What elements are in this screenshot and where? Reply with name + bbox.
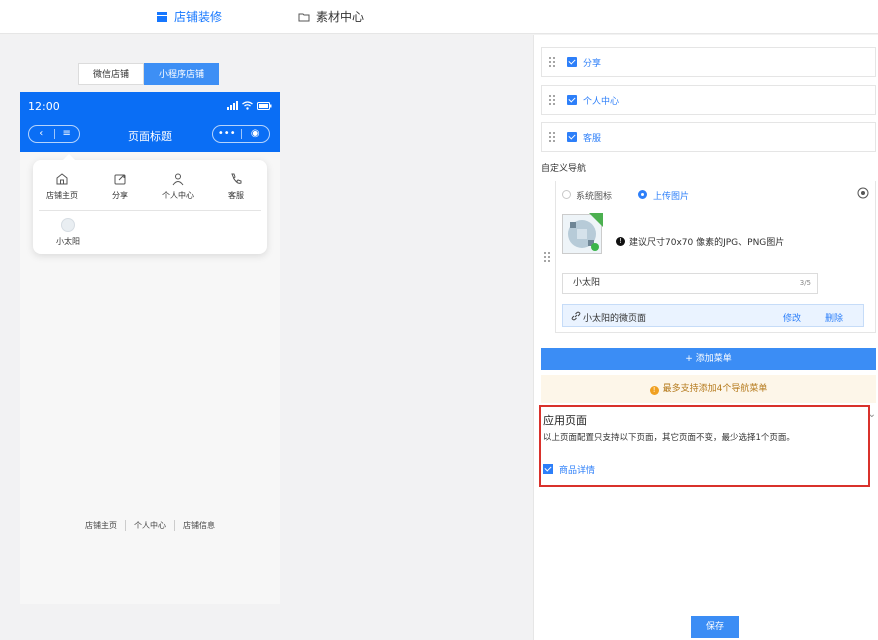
signal-icon: [227, 101, 238, 110]
warning-icon: !: [649, 386, 659, 395]
info-icon: !: [616, 237, 625, 246]
wifi-icon: [242, 101, 253, 110]
edit-link-button[interactable]: 修改: [783, 311, 801, 324]
nav-media-center[interactable]: 素材中心: [298, 8, 364, 25]
product-detail-checkbox[interactable]: [543, 464, 553, 474]
popup-item-label: 分享: [112, 191, 128, 200]
menu-row-personal-center: 个人中心: [541, 85, 876, 115]
drag-handle-icon[interactable]: [543, 251, 551, 263]
popup-item-label: 客服: [228, 191, 244, 200]
close-circle-icon[interactable]: ◉: [242, 126, 270, 142]
phone-header: 12:00 ‹ ≡ 页面标题 ••• ◉: [20, 92, 280, 152]
store-type-switch: 微信店铺 小程序店铺: [78, 63, 220, 85]
menu-name-input[interactable]: 小太阳 3/5: [562, 273, 818, 294]
chevron-down-icon[interactable]: ⌄: [868, 409, 876, 420]
popup-divider: [39, 210, 261, 211]
home-icon: [56, 173, 68, 185]
menu-checkbox[interactable]: [567, 95, 577, 105]
drag-handle-icon[interactable]: [548, 56, 556, 68]
share-icon: [114, 174, 126, 185]
menu-row-label: 分享: [583, 59, 602, 69]
popup-item-customer-service[interactable]: 客服: [207, 172, 265, 201]
popup-item-label: 店铺主页: [46, 191, 78, 200]
nav-menu-popup: 店铺主页 分享 个人中心 客服 小太阳: [33, 154, 267, 254]
drag-handle-icon[interactable]: [548, 131, 556, 143]
popup-item-personal-center[interactable]: 个人中心: [149, 172, 207, 201]
footer-link-store-home[interactable]: 店铺主页: [77, 520, 126, 531]
char-count: 3/5: [799, 279, 811, 287]
popup-items-row: 店铺主页 分享 个人中心 客服: [33, 172, 267, 201]
tab-miniprogram-store[interactable]: 小程序店铺: [144, 63, 220, 85]
menu-checkbox[interactable]: [567, 57, 577, 67]
radio-upload-image[interactable]: [638, 190, 647, 199]
close-icon[interactable]: [857, 187, 869, 199]
footer-link-personal-center[interactable]: 个人中心: [126, 520, 175, 531]
phone-footer-links: 店铺主页 个人中心 店铺信息: [20, 520, 280, 531]
limit-warning-text: 最多支持添加4个导航菜单: [662, 384, 768, 394]
phone-icon: [231, 173, 242, 184]
more-icon[interactable]: •••: [213, 126, 241, 142]
top-bar: 店铺装修 素材中心: [0, 0, 878, 34]
user-icon: [172, 173, 184, 186]
limit-warning: ! 最多支持添加4个导航菜单: [541, 375, 876, 403]
drag-handle-icon[interactable]: [548, 94, 556, 106]
popup-item-custom-label: 小太阳: [56, 237, 80, 246]
settings-panel: 分享 个人中心 客服 自定义导航 系统图标 上传图片 ! 建议尺寸70x70 像…: [533, 35, 878, 640]
preview-area: 微信店铺 小程序店铺 12:00 ‹ ≡ 页面标题 ••• ◉ 店铺主页 分享 …: [0, 35, 533, 640]
image-size-hint-text: 建议尺寸70x70 像素的JPG、PNG图片: [629, 238, 785, 248]
nav-capsule-right: ••• ◉: [212, 125, 270, 143]
tab-wechat-store[interactable]: 微信店铺: [78, 63, 145, 85]
image-size-hint: ! 建议尺寸70x70 像素的JPG、PNG图片: [616, 235, 784, 248]
popup-item-share[interactable]: 分享: [91, 172, 149, 201]
link-bar: 小太阳的微页面 修改 删除: [562, 304, 864, 327]
menu-row-label: 个人中心: [583, 97, 620, 107]
app-pages-section: 应用页面 ⌄ 以上页面配置只支持以下页面，其它页面不变，最少选择1个页面。 商品…: [539, 405, 876, 487]
status-time: 12:00: [28, 100, 60, 113]
product-detail-label: 商品详情: [559, 466, 596, 476]
custom-nav-card: 系统图标 上传图片 ! 建议尺寸70x70 像素的JPG、PNG图片 小太阳 3…: [555, 181, 876, 333]
link-target-text: 小太阳的微页面: [583, 314, 647, 324]
folder-icon: [298, 13, 310, 21]
app-pages-title: 应用页面: [543, 414, 587, 427]
save-button[interactable]: 保存: [691, 616, 739, 638]
delete-link-button[interactable]: 删除: [825, 311, 843, 324]
radio-system-icon[interactable]: [562, 190, 571, 199]
battery-icon: [257, 101, 272, 110]
menu-row-label: 客服: [583, 134, 602, 144]
phone-preview: 12:00 ‹ ≡ 页面标题 ••• ◉ 店铺主页 分享 个人中心 客服 小太阳…: [20, 92, 280, 604]
custom-image-icon: [61, 218, 75, 232]
popup-item-store-home[interactable]: 店铺主页: [33, 172, 91, 201]
radio-system-icon-label: 系统图标: [576, 192, 613, 202]
selected-dot-icon: [591, 243, 599, 251]
custom-nav-title: 自定义导航: [541, 164, 587, 174]
radio-upload-image-label: 上传图片: [653, 192, 690, 202]
footer-link-store-info[interactable]: 店铺信息: [175, 520, 223, 531]
nav-store-decor-label: 店铺装修: [174, 10, 223, 24]
popup-item-label: 个人中心: [162, 191, 194, 200]
menu-row-customer-service: 客服: [541, 122, 876, 152]
menu-row-share: 分享: [541, 47, 876, 77]
add-menu-button[interactable]: + 添加菜单: [541, 348, 876, 370]
menu-checkbox[interactable]: [567, 132, 577, 142]
nav-store-decor[interactable]: 店铺装修: [156, 8, 222, 25]
nav-media-center-label: 素材中心: [316, 10, 365, 24]
menu-name-value: 小太阳: [573, 278, 601, 288]
link-icon: [571, 311, 581, 321]
store-icon: [157, 11, 167, 22]
popup-item-custom[interactable]: 小太阳: [53, 218, 83, 247]
uploaded-image-thumbnail[interactable]: [562, 213, 603, 254]
app-pages-desc: 以上页面配置只支持以下页面，其它页面不变，最少选择1个页面。: [543, 433, 795, 443]
custom-nav-editor: 系统图标 上传图片 ! 建议尺寸70x70 像素的JPG、PNG图片 小太阳 3…: [541, 181, 876, 333]
status-icons: [227, 101, 272, 110]
